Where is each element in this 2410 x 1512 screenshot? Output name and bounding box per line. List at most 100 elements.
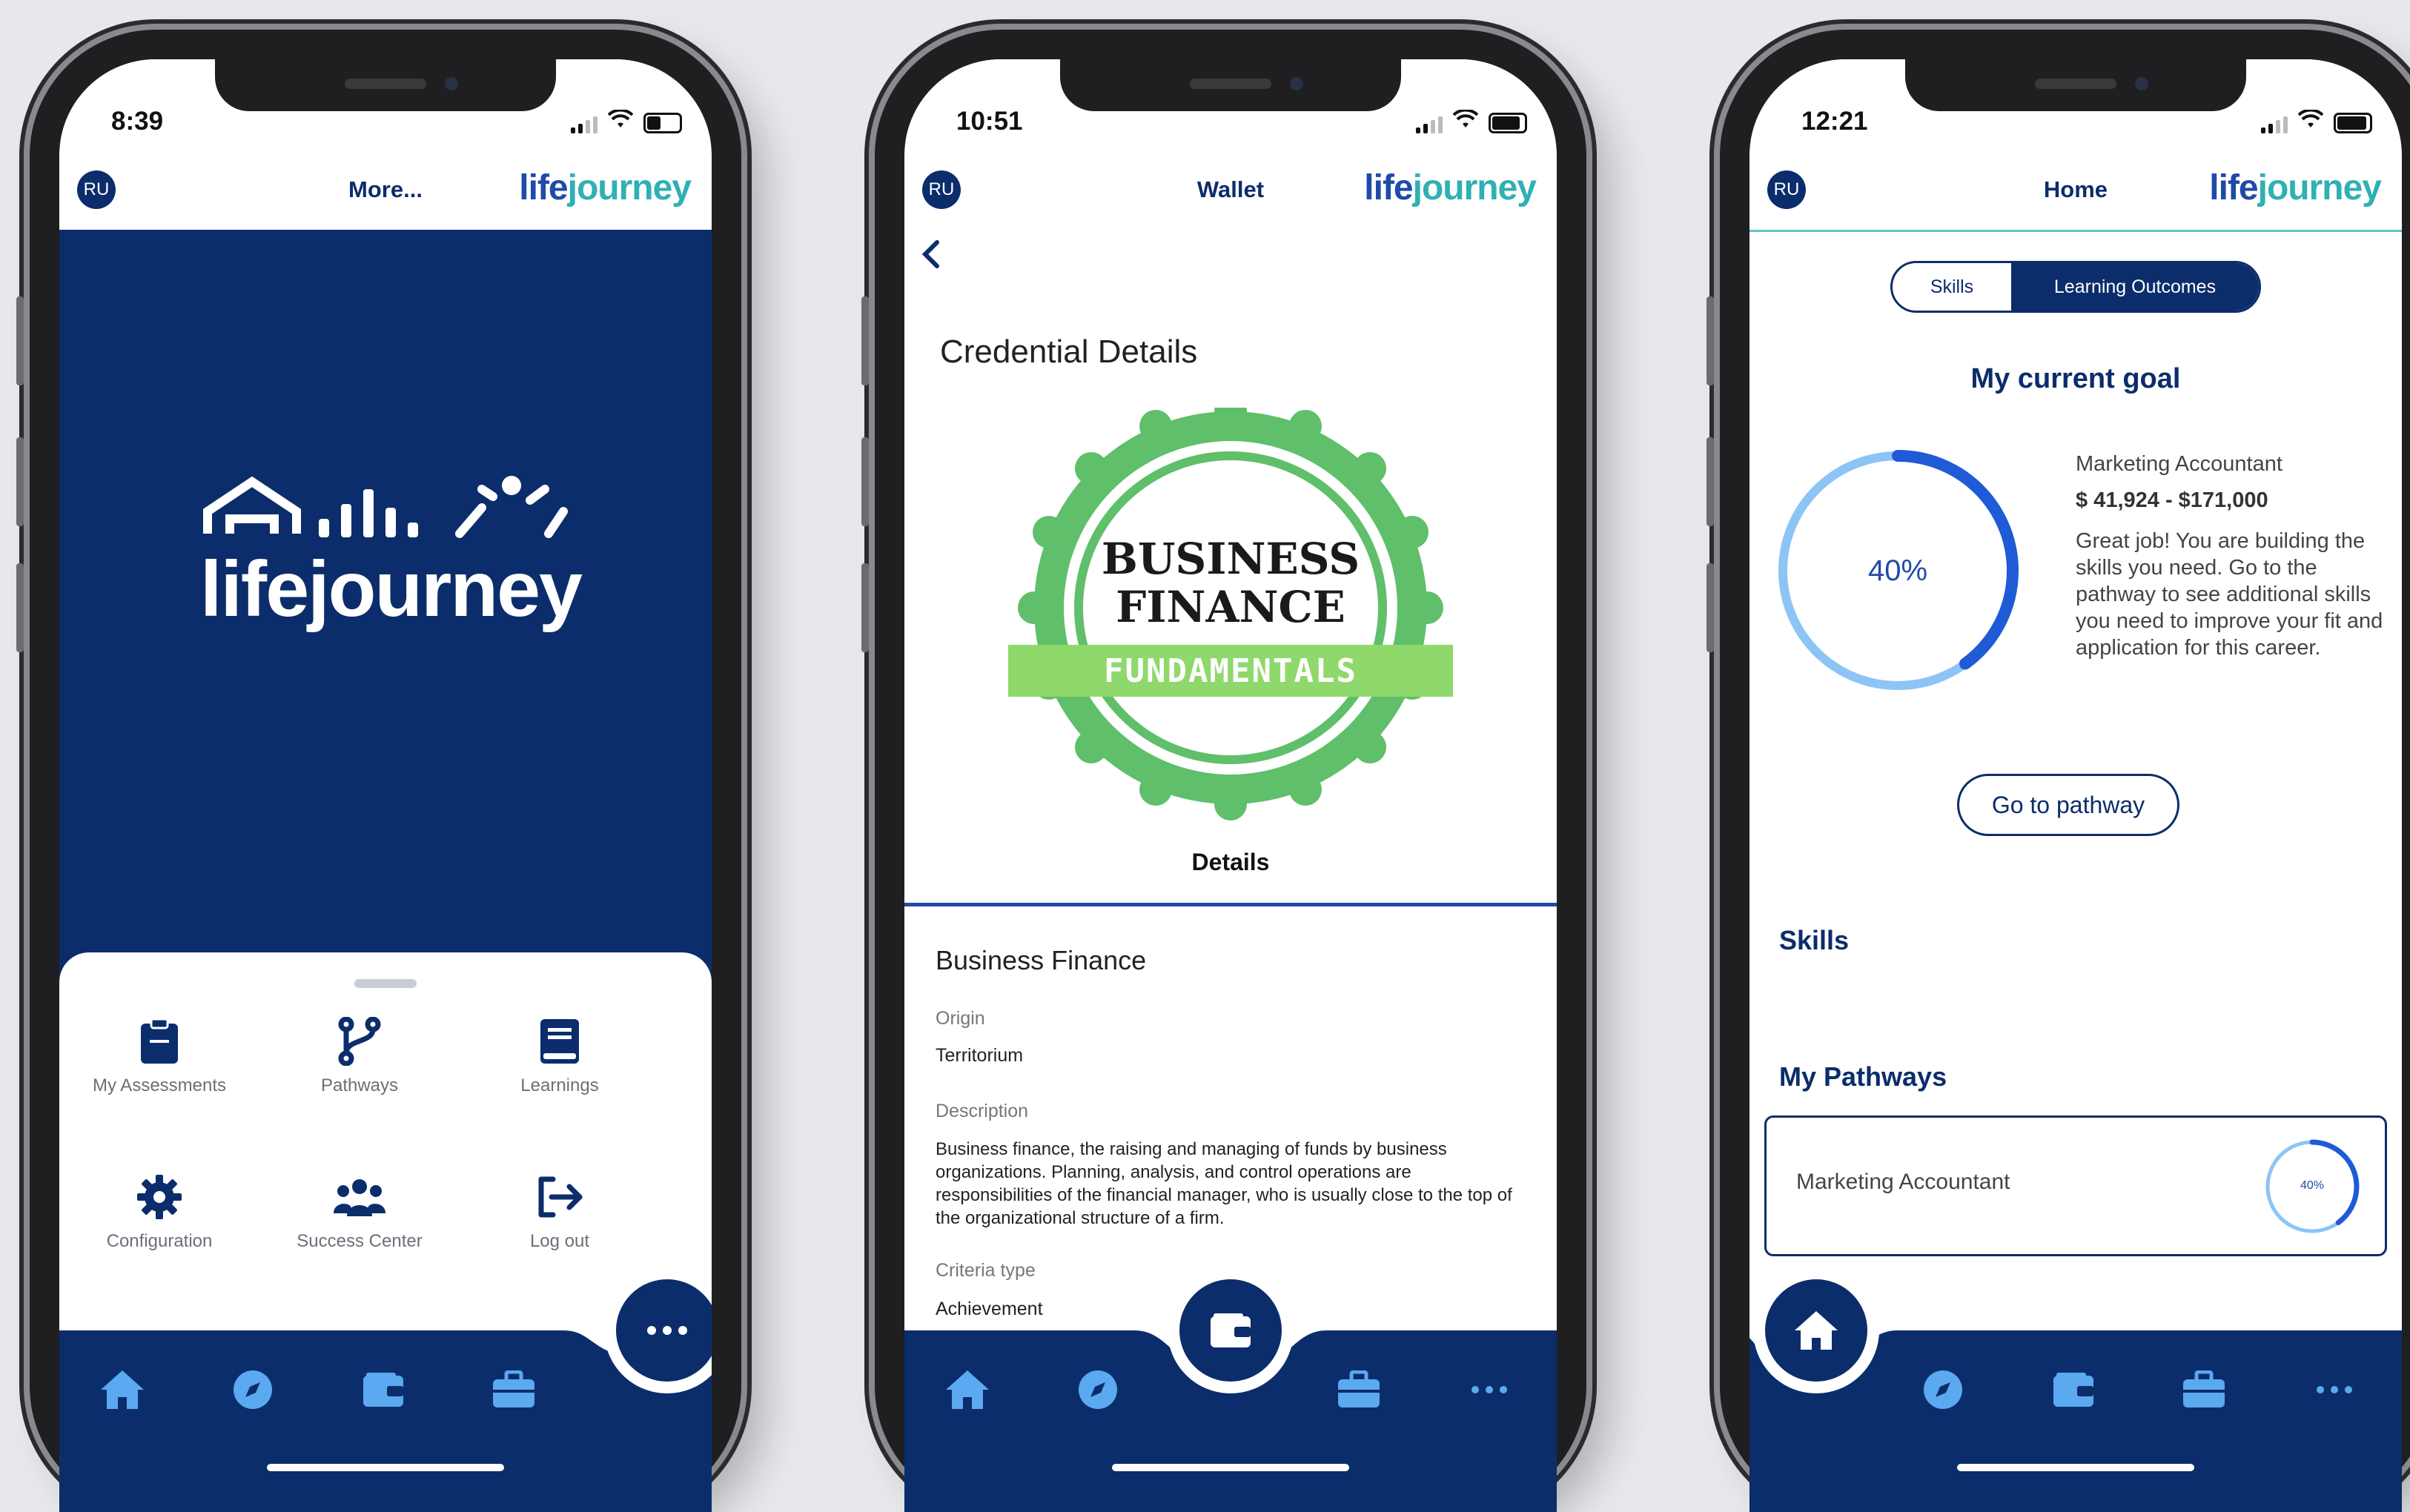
badge-title-line1: BUSINESS [1101, 534, 1360, 584]
nav-jobs[interactable] [488, 1364, 540, 1416]
signal-icon [571, 116, 597, 133]
logo-mark-icon [203, 476, 568, 538]
branch-icon [259, 1012, 460, 1071]
nav-explore[interactable] [227, 1364, 279, 1416]
brand-logo: lifejourney [2209, 168, 2382, 208]
wallet-icon [2053, 1373, 2093, 1407]
pathway-progress-label: 40% [2300, 1179, 2325, 1192]
menu-item-success-center[interactable]: Success Center [259, 1167, 460, 1252]
goal-progress-label: 40% [1867, 554, 1928, 587]
briefcase-icon [2183, 1370, 2225, 1407]
nav-explore[interactable] [1917, 1364, 1969, 1416]
home-icon [1795, 1311, 1838, 1350]
notch [1060, 59, 1401, 111]
home-icon [101, 1370, 144, 1409]
briefcase-icon [1338, 1370, 1380, 1407]
nav-home[interactable] [941, 1364, 993, 1416]
group-icon [259, 1167, 460, 1227]
logout-icon [460, 1167, 660, 1227]
nav-more[interactable] [1463, 1364, 1515, 1416]
clipboard-icon [59, 1012, 259, 1071]
menu-item-configuration[interactable]: Configuration [59, 1167, 259, 1252]
compass-icon [234, 1370, 272, 1409]
nav-more[interactable] [2308, 1364, 2360, 1416]
badge-title-line2: FINANCE [1116, 582, 1345, 632]
wallet-icon [1211, 1313, 1251, 1347]
skills-heading: Skills [1779, 925, 1850, 955]
phone-wallet: 10:51 RU Wallet lifejourney Credential D… [861, 30, 1586, 1512]
menu-item-label: Success Center [297, 1231, 423, 1251]
my-pathways-heading: My Pathways [1779, 1061, 1947, 1092]
more-icon [647, 1326, 687, 1335]
app-header: RU Home lifejourney [1749, 168, 2402, 230]
status-icons [571, 108, 682, 133]
nav-wallet-active[interactable] [1168, 1267, 1294, 1393]
splash-logo: lifejourney [200, 467, 586, 634]
chevron-left-icon [921, 240, 939, 268]
book-icon [460, 1012, 660, 1071]
brand-logo: lifejourney [519, 168, 692, 208]
screen-home: 12:21 RU Home lifejourney Skills Learnin… [1749, 59, 2402, 1512]
goal-role: Marketing Accountant [2076, 452, 2282, 476]
menu-item-label: Pathways [320, 1075, 399, 1095]
menu-item-label: My Assessments [92, 1075, 227, 1095]
menu-item-pathways[interactable]: Pathways [259, 1012, 460, 1096]
credential-details-title: Credential Details [940, 334, 1198, 370]
toggle-learning-outcomes[interactable]: Learning Outcomes [2011, 263, 2259, 311]
status-icons [2261, 108, 2372, 133]
wifi-icon [1452, 108, 1479, 133]
pathway-card[interactable]: Marketing Accountant 40% [1764, 1115, 2387, 1256]
more-icon [1472, 1386, 1507, 1393]
goal-info: Marketing Accountant $ 41,924 - $171,000… [2076, 452, 2387, 661]
menu-item-learnings[interactable]: Learnings [460, 1012, 660, 1096]
menu-item-label: Learnings [520, 1075, 599, 1095]
status-icons [1416, 108, 1527, 133]
sheet-drag-handle[interactable] [354, 979, 417, 988]
home-indicator[interactable] [1112, 1464, 1349, 1471]
menu-item-log-out[interactable]: Log out [460, 1167, 660, 1252]
current-goal-title: My current goal [1970, 363, 2181, 394]
header-divider [1749, 230, 2402, 232]
nav-explore[interactable] [1072, 1364, 1124, 1416]
pathway-progress-ring: 40% [2262, 1136, 2363, 1237]
compass-icon [1079, 1370, 1117, 1409]
goal-salary: $ 41,924 - $171,000 [2076, 488, 2268, 512]
badge-ribbon-text: FUNDAMENTALS [1104, 652, 1357, 690]
phone-home: 12:21 RU Home lifejourney Skills Learnin… [1706, 30, 2410, 1512]
signal-icon [1416, 116, 1443, 133]
gear-icon [59, 1167, 259, 1227]
tab-details[interactable]: Details [904, 849, 1557, 876]
back-button[interactable] [919, 237, 941, 277]
goal-message: Great job! You are building the skills y… [2076, 529, 2383, 660]
wifi-icon [607, 108, 634, 133]
status-time: 10:51 [956, 107, 1023, 136]
go-to-pathway-button[interactable]: Go to pathway [1957, 774, 2179, 836]
view-toggle: Skills Learning Outcomes [1890, 261, 2261, 313]
battery-icon [643, 113, 682, 133]
more-icon [2317, 1386, 2352, 1393]
briefcase-icon [493, 1370, 534, 1407]
menu-item-label: Log out [529, 1231, 590, 1251]
screen-wallet: 10:51 RU Wallet lifejourney Credential D… [904, 59, 1557, 1512]
compass-icon [1924, 1370, 1962, 1409]
home-indicator[interactable] [267, 1464, 504, 1471]
nav-jobs[interactable] [1333, 1364, 1385, 1416]
app-header: RU Wallet lifejourney [904, 168, 1557, 230]
signal-icon [2261, 116, 2288, 133]
nav-home-active[interactable] [1753, 1267, 1879, 1393]
nav-wallet[interactable] [2047, 1364, 2099, 1416]
pathway-name: Marketing Accountant [1796, 1170, 2010, 1194]
nav-jobs[interactable] [2178, 1364, 2230, 1416]
menu-item-label: Configuration [106, 1231, 213, 1251]
tab-underline [904, 903, 1557, 906]
goal-progress-ring: 40% [1772, 445, 2024, 697]
wifi-icon [2297, 108, 2324, 133]
toggle-skills[interactable]: Skills [1893, 263, 2011, 311]
nav-wallet[interactable] [357, 1364, 409, 1416]
home-indicator[interactable] [1957, 1464, 2194, 1471]
credential-name: Business Finance [936, 945, 1147, 975]
home-icon [946, 1370, 989, 1409]
menu-item-my-assessments[interactable]: My Assessments [59, 1012, 259, 1096]
nav-home[interactable] [96, 1364, 148, 1416]
origin-value: Territorium [936, 1045, 1024, 1066]
